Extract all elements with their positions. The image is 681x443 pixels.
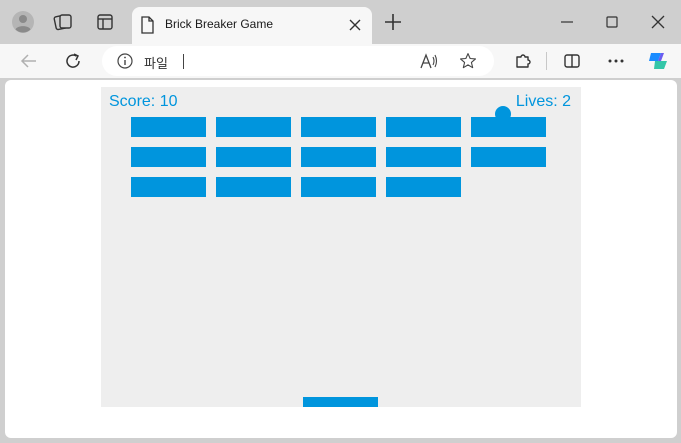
copilot-icon[interactable]	[646, 49, 670, 73]
window-close-icon[interactable]	[648, 12, 668, 32]
maximize-icon[interactable]	[602, 12, 622, 32]
score-label: Score: 10	[109, 93, 178, 110]
brick	[301, 147, 376, 167]
brick	[216, 117, 291, 137]
brick	[386, 147, 461, 167]
browser-toolbar: 파일	[0, 44, 681, 78]
brick	[386, 177, 461, 197]
brick	[131, 117, 206, 137]
address-text: 파일	[144, 56, 168, 71]
back-icon[interactable]	[19, 51, 39, 71]
minimize-icon[interactable]	[557, 12, 577, 32]
brick	[131, 147, 206, 167]
tab-actions-icon[interactable]	[93, 10, 117, 34]
address-bar[interactable]: 파일	[102, 46, 494, 76]
toolbar-divider	[546, 52, 547, 70]
new-tab-icon[interactable]	[383, 12, 403, 32]
brick	[301, 177, 376, 197]
lives-label: Lives: 2	[515, 93, 571, 110]
more-icon[interactable]	[606, 51, 626, 71]
brick	[301, 117, 376, 137]
tab-brick-breaker[interactable]: Brick Breaker Game	[132, 7, 372, 44]
ball	[495, 106, 511, 122]
brick	[216, 177, 291, 197]
brick	[216, 147, 291, 167]
favorite-icon[interactable]	[459, 52, 477, 70]
info-icon[interactable]	[117, 53, 133, 69]
profile-icon[interactable]	[11, 10, 35, 34]
game-canvas[interactable]: Score: 10 Lives: 2	[101, 87, 581, 407]
paddle[interactable]	[303, 397, 378, 407]
extensions-icon[interactable]	[513, 51, 533, 71]
brick	[131, 177, 206, 197]
close-icon[interactable]	[348, 18, 362, 32]
read-aloud-icon[interactable]	[420, 53, 438, 69]
brick	[386, 117, 461, 137]
split-screen-icon[interactable]	[562, 51, 582, 71]
address-divider	[183, 54, 184, 69]
document-icon	[141, 16, 154, 34]
brick	[471, 117, 546, 137]
brick	[471, 147, 546, 167]
refresh-icon[interactable]	[63, 51, 83, 71]
tab-title: Brick Breaker Game	[165, 17, 274, 31]
title-bar: Brick Breaker Game	[0, 0, 681, 44]
workspaces-icon[interactable]	[51, 10, 75, 34]
